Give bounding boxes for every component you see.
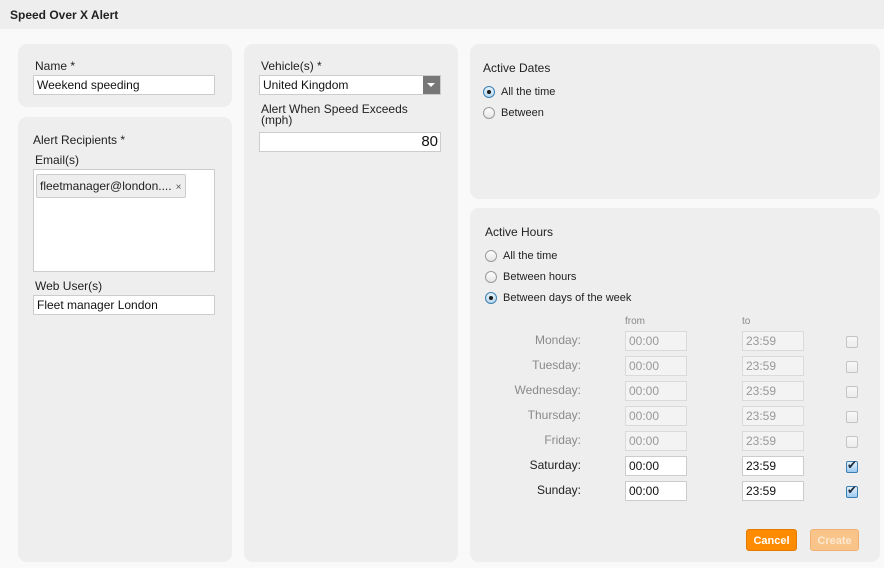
checkbox-unchecked-icon[interactable]: [846, 361, 858, 373]
vehicles-selected-value: United Kingdom: [263, 78, 349, 92]
day-from-input: 00:00: [625, 381, 687, 401]
radio-label: All the time: [503, 250, 558, 262]
dialog-title: Speed Over X Alert: [10, 8, 119, 22]
day-to-input: 23:59: [742, 431, 804, 451]
radio-label: Between hours: [503, 271, 577, 283]
radio-checked-icon[interactable]: [485, 292, 497, 304]
chevron-down-icon[interactable]: [423, 76, 440, 94]
radio-unchecked-icon[interactable]: [483, 107, 495, 119]
day-to-input[interactable]: 23:59: [742, 481, 804, 501]
day-from-input[interactable]: 00:00: [625, 456, 687, 476]
day-label: Friday:: [544, 433, 581, 447]
day-label: Wednesday:: [514, 383, 582, 397]
checkbox-checked-icon[interactable]: [846, 458, 858, 473]
emails-input[interactable]: fleetmanager@london.... ×: [33, 169, 215, 272]
create-button[interactable]: Create: [810, 529, 859, 551]
recipients-title: Alert Recipients *: [33, 133, 126, 147]
active-dates-panel: Active Dates All the time Between: [470, 44, 880, 199]
day-label: Saturday:: [529, 458, 581, 472]
day-to-input[interactable]: 23:59: [742, 456, 804, 476]
web-users-input[interactable]: Fleet manager London: [33, 295, 215, 315]
email-tag: fleetmanager@london.... ×: [36, 174, 187, 198]
active-hours-between-hours-option[interactable]: Between hours: [485, 271, 576, 283]
vehicles-select[interactable]: United Kingdom: [259, 75, 441, 95]
day-from-input: 00:00: [625, 331, 687, 351]
day-label: Sunday:: [536, 483, 581, 497]
day-to-input: 23:59: [742, 406, 804, 426]
to-column-header: to: [742, 316, 751, 327]
active-hours-panel: Active Hours All the time Between hours …: [470, 208, 880, 562]
speed-label: Alert When Speed Exceeds (mph): [261, 103, 408, 127]
remove-tag-icon[interactable]: ×: [176, 182, 182, 193]
day-label: Monday:: [534, 333, 581, 347]
checkbox-unchecked-icon[interactable]: [846, 436, 858, 448]
active-hours-days-option[interactable]: Between days of the week: [485, 292, 631, 304]
from-column-header: from: [625, 316, 645, 327]
emails-label: Email(s): [35, 153, 79, 167]
active-dates-between-option[interactable]: Between: [483, 107, 544, 119]
radio-checked-icon[interactable]: [483, 86, 495, 98]
radio-label: Between: [501, 107, 544, 119]
checkbox-unchecked-icon[interactable]: [846, 386, 858, 398]
day-from-input: 00:00: [625, 356, 687, 376]
day-from-input: 00:00: [625, 406, 687, 426]
name-input[interactable]: Weekend speeding: [33, 75, 215, 95]
cancel-button[interactable]: Cancel: [746, 529, 797, 551]
speed-label-line2: (mph): [261, 113, 293, 127]
title-bar: Speed Over X Alert: [0, 0, 884, 29]
radio-label: All the time: [501, 86, 556, 98]
day-to-input: 23:59: [742, 331, 804, 351]
day-to-input: 23:59: [742, 381, 804, 401]
web-users-label: Web User(s): [35, 279, 103, 293]
day-label: Tuesday:: [532, 358, 581, 372]
vehicle-panel: Vehicle(s) * United Kingdom Alert When S…: [244, 44, 458, 562]
day-label: Thursday:: [527, 408, 581, 422]
checkbox-checked-icon[interactable]: [846, 483, 858, 498]
active-hours-title: Active Hours: [485, 225, 554, 239]
active-dates-all-option[interactable]: All the time: [483, 86, 555, 98]
checkbox-unchecked-icon[interactable]: [846, 336, 858, 348]
checkbox-unchecked-icon[interactable]: [846, 411, 858, 423]
recipients-panel: Alert Recipients * Email(s) fleetmanager…: [18, 117, 232, 562]
day-to-input: 23:59: [742, 356, 804, 376]
vehicles-label: Vehicle(s) *: [261, 59, 322, 73]
radio-unchecked-icon[interactable]: [485, 271, 497, 283]
name-label: Name *: [35, 59, 76, 73]
day-from-input: 00:00: [625, 431, 687, 451]
active-hours-all-option[interactable]: All the time: [485, 250, 557, 262]
email-tag-text: fleetmanager@london....: [40, 179, 172, 193]
radio-unchecked-icon[interactable]: [485, 250, 497, 262]
day-from-input[interactable]: 00:00: [625, 481, 687, 501]
radio-label: Between days of the week: [503, 292, 632, 304]
active-dates-title: Active Dates: [483, 61, 551, 75]
speed-input[interactable]: 80: [259, 132, 441, 152]
name-panel: Name * Weekend speeding: [18, 44, 232, 107]
